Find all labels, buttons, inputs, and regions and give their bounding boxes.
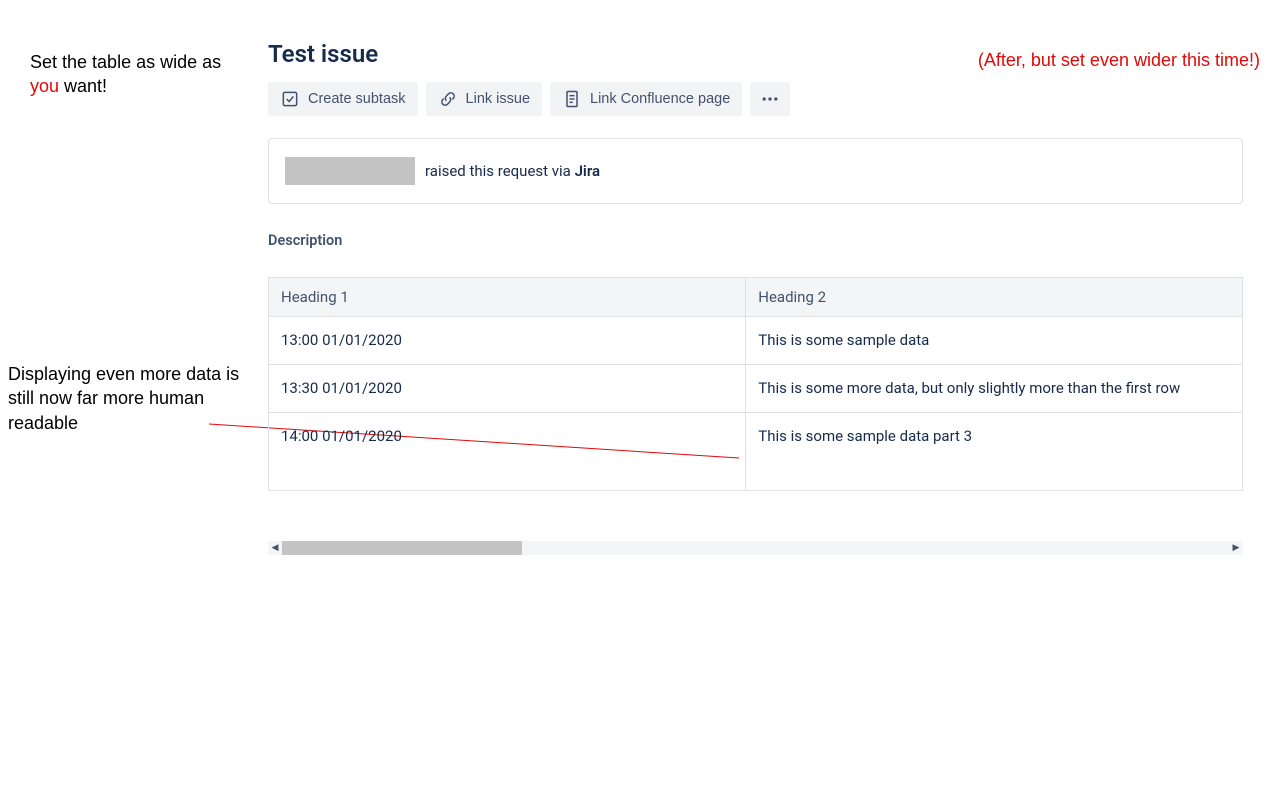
scroll-left-arrow-icon[interactable]: ◀ — [268, 541, 282, 555]
table-header-row: Heading 1 Heading 2 — [269, 278, 1243, 317]
link-confluence-button[interactable]: Link Confluence page — [550, 82, 742, 116]
action-bar: Create subtask Link issue Link Confluenc… — [268, 82, 1243, 116]
annotation-mid-left: Displaying even more data is still now f… — [8, 362, 263, 435]
scroll-right-arrow-icon[interactable]: ▶ — [1229, 541, 1243, 555]
description-label: Description — [268, 232, 1243, 249]
link-issue-button[interactable]: Link issue — [426, 82, 542, 116]
table-cell: 13:00 01/01/2020 — [269, 317, 746, 365]
table-cell: This is some sample data part 3 — [746, 413, 1243, 491]
table-cell: This is some more data, but only slightl… — [746, 365, 1243, 413]
annotation-text: Set the table as wide as — [30, 52, 221, 72]
scrollbar-thumb[interactable] — [282, 541, 522, 555]
request-text-prefix: raised this request via — [425, 162, 575, 180]
button-label: Link issue — [466, 91, 530, 107]
table-header: Heading 1 — [269, 278, 746, 317]
table-row: 14:00 01/01/2020 This is some sample dat… — [269, 413, 1243, 491]
request-text: raised this request via Jira — [425, 162, 600, 180]
create-subtask-button[interactable]: Create subtask — [268, 82, 418, 116]
description-table: Heading 1 Heading 2 13:00 01/01/2020 Thi… — [268, 277, 1243, 491]
table-row: 13:30 01/01/2020 This is some more data,… — [269, 365, 1243, 413]
request-info-panel: raised this request via Jira — [268, 138, 1243, 204]
page-icon — [562, 89, 582, 109]
table-cell: 13:30 01/01/2020 — [269, 365, 746, 413]
issue-title: Test issue — [268, 40, 1243, 68]
more-actions-button[interactable] — [750, 82, 790, 116]
table-row: 13:00 01/01/2020 This is some sample dat… — [269, 317, 1243, 365]
link-icon — [438, 89, 458, 109]
annotation-text: want! — [59, 76, 107, 96]
annotation-text-red: you — [30, 76, 59, 96]
table-cell: 14:00 01/01/2020 — [269, 413, 746, 491]
button-label: Link Confluence page — [590, 91, 730, 107]
issue-view: Test issue Create subtask Link issue Li — [268, 40, 1243, 555]
annotation-top-left: Set the table as wide as you want! — [30, 50, 240, 99]
table-header: Heading 2 — [746, 278, 1243, 317]
ellipsis-icon — [760, 89, 780, 109]
horizontal-scrollbar[interactable]: ◀ ▶ — [268, 541, 1243, 555]
request-source: Jira — [575, 162, 600, 180]
table-cell: This is some sample data — [746, 317, 1243, 365]
requester-avatar-redacted — [285, 157, 415, 185]
subtask-icon — [280, 89, 300, 109]
button-label: Create subtask — [308, 91, 406, 107]
